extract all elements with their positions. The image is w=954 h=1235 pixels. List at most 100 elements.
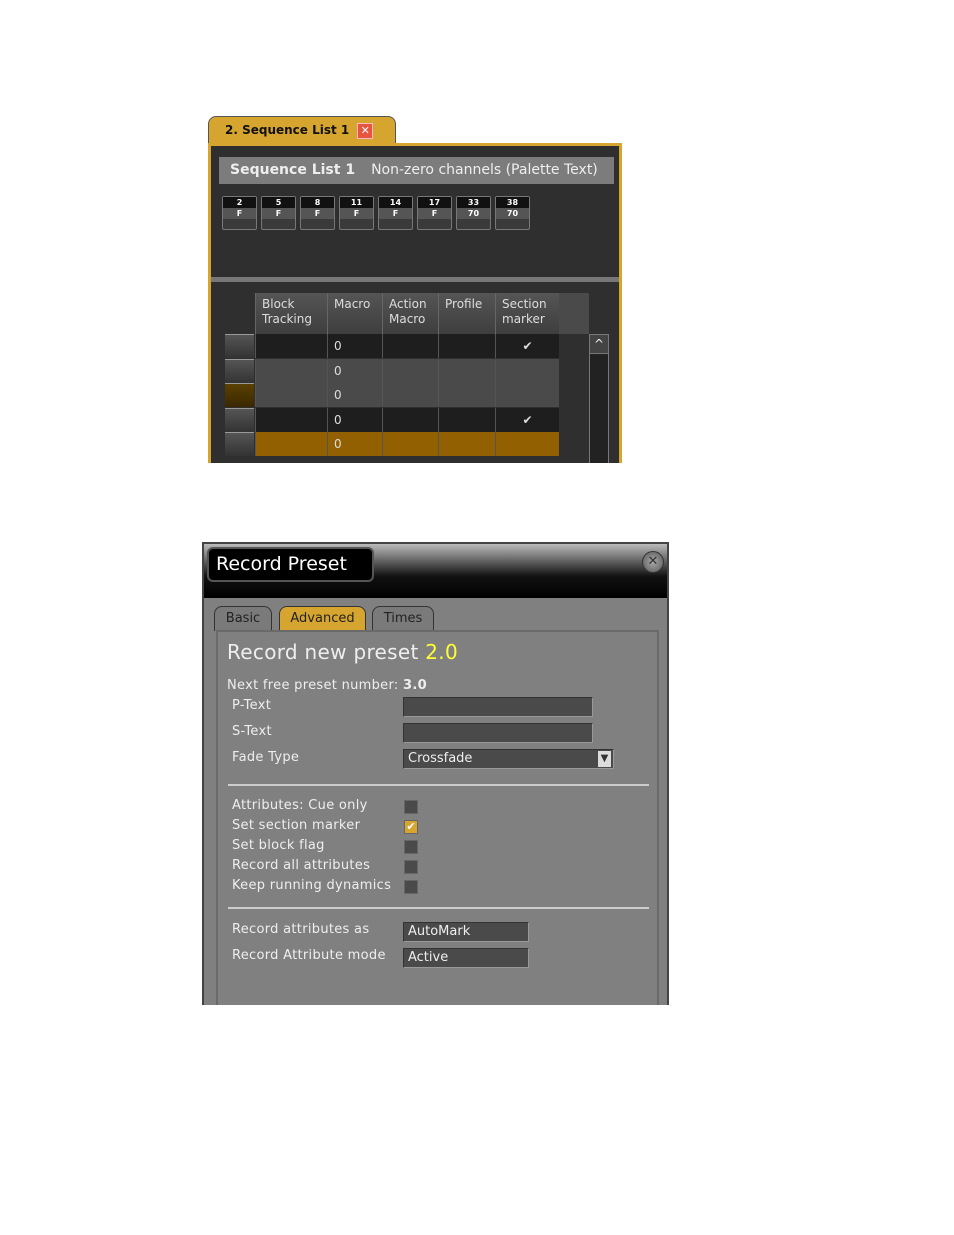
- table-cell[interactable]: [495, 383, 559, 407]
- fade-type-select[interactable]: Crossfade ▼: [403, 749, 614, 769]
- window-header: Sequence List 1 Non-zero channels (Palett…: [219, 157, 614, 184]
- fade-type-value: Crossfade: [408, 751, 473, 766]
- option-checkbox[interactable]: ✔: [404, 820, 418, 834]
- table-cell[interactable]: [255, 334, 327, 358]
- table-row[interactable]: 0: [225, 383, 559, 407]
- table-cell[interactable]: [255, 358, 327, 383]
- table-cell[interactable]: ✔: [495, 334, 559, 358]
- column-header[interactable]: Action Macro: [382, 293, 438, 334]
- table-cell[interactable]: 0: [327, 383, 382, 407]
- dialog-title: Record Preset: [207, 547, 374, 582]
- table-cell[interactable]: [382, 334, 438, 358]
- channel-chip[interactable]: 14 F: [378, 196, 413, 230]
- divider: [228, 907, 649, 909]
- p-text-label: P-Text: [232, 698, 272, 713]
- row-handle[interactable]: [225, 358, 254, 383]
- chevron-down-icon[interactable]: ▼: [598, 751, 611, 767]
- table-row[interactable]: 0 ✔: [225, 407, 559, 432]
- fade-type-label: Fade Type: [232, 750, 300, 765]
- channel-chip[interactable]: 33 70: [456, 196, 491, 230]
- advanced-panel: Record new preset 2.0 Next free preset n…: [216, 630, 659, 1005]
- tab-sequence-list-1[interactable]: 2. Sequence List 1 ✕: [208, 116, 396, 144]
- next-free-text: Next free preset number:: [227, 678, 399, 693]
- table-cell[interactable]: [382, 407, 438, 432]
- channel-number: 11: [340, 197, 373, 208]
- table-cell[interactable]: [495, 432, 559, 456]
- channel-chip[interactable]: 11 F: [339, 196, 374, 230]
- channel-number: 17: [418, 197, 451, 208]
- option-checkbox[interactable]: [404, 880, 418, 894]
- channel-value: 70: [457, 208, 490, 219]
- close-icon[interactable]: ✕: [357, 123, 374, 139]
- s-text-input[interactable]: [403, 723, 593, 743]
- window-title: Sequence List 1: [230, 162, 356, 178]
- table-cell[interactable]: 0: [327, 407, 382, 432]
- channel-chip[interactable]: 38 70: [495, 196, 530, 230]
- table-row[interactable]: 0: [225, 358, 559, 383]
- scroll-up-button[interactable]: ^: [590, 335, 608, 354]
- table-cell[interactable]: [438, 334, 495, 358]
- row-handle[interactable]: [225, 334, 254, 358]
- table-row[interactable]: 0 ✔: [225, 334, 559, 358]
- option-checkbox[interactable]: [404, 860, 418, 874]
- table-cell[interactable]: [495, 358, 559, 383]
- tab-label: 2. Sequence List 1: [225, 123, 350, 137]
- column-header[interactable]: Macro: [327, 293, 382, 334]
- table-cell[interactable]: [438, 383, 495, 407]
- scrollbar[interactable]: ^: [589, 334, 609, 463]
- option-checkbox[interactable]: [404, 840, 418, 854]
- channel-chip[interactable]: 8F: [300, 196, 335, 230]
- record-mode-label: Record Attribute mode: [232, 948, 386, 963]
- table-cell[interactable]: [382, 432, 438, 456]
- table-cell[interactable]: [438, 432, 495, 456]
- channel-chip[interactable]: 17 F: [417, 196, 452, 230]
- row-handle[interactable]: [225, 432, 254, 456]
- column-header[interactable]: Profile: [438, 293, 495, 334]
- channel-number: 5: [262, 197, 295, 208]
- table-header: Block Tracking Macro Action Macro Profile Se…: [255, 293, 589, 334]
- column-header[interactable]: Section marker: [495, 293, 559, 334]
- table-cell[interactable]: 0: [327, 334, 382, 358]
- table-cell[interactable]: [438, 407, 495, 432]
- table-cell[interactable]: [255, 407, 327, 432]
- row-handle[interactable]: [225, 383, 254, 407]
- channel-value: F: [301, 208, 334, 219]
- table-cell[interactable]: 0: [327, 432, 382, 456]
- table-row[interactable]: 0: [225, 432, 559, 456]
- tab-basic[interactable]: Basic: [214, 606, 272, 631]
- option-checkbox[interactable]: [404, 800, 418, 814]
- option-label: Attributes: Cue only: [232, 798, 368, 813]
- option-label: Set block flag: [232, 838, 325, 853]
- record-preset-dialog: Record Preset ✕ Basic Advanced Times Rec…: [202, 542, 669, 1005]
- record-as-label: Record attributes as: [232, 922, 370, 937]
- channel-number: 8: [301, 197, 334, 208]
- heading: Record new preset 2.0: [227, 640, 458, 664]
- table-cell[interactable]: [255, 432, 327, 456]
- p-text-input[interactable]: [403, 697, 593, 717]
- column-header[interactable]: Block Tracking: [255, 293, 327, 334]
- row-handle[interactable]: [225, 407, 254, 432]
- channel-chip[interactable]: 5F: [261, 196, 296, 230]
- record-mode-field[interactable]: Active: [403, 948, 529, 968]
- option-label: Keep running dynamics: [232, 878, 392, 893]
- channel-value: F: [223, 208, 256, 219]
- table-cell[interactable]: [438, 358, 495, 383]
- divider: [211, 277, 619, 282]
- table-cell[interactable]: [255, 383, 327, 407]
- preset-number: 2.0: [425, 640, 458, 664]
- channel-value: F: [418, 208, 451, 219]
- channel-number: 14: [379, 197, 412, 208]
- table-cell[interactable]: [382, 358, 438, 383]
- channel-number: 2: [223, 197, 256, 208]
- tab-advanced[interactable]: Advanced: [279, 606, 366, 631]
- record-as-field[interactable]: AutoMark: [403, 922, 529, 942]
- table-cell[interactable]: ✔: [495, 407, 559, 432]
- channel-number: 33: [457, 197, 490, 208]
- next-free-value: 3.0: [403, 678, 427, 693]
- close-button[interactable]: ✕: [642, 551, 664, 573]
- channel-chip[interactable]: 2F: [222, 196, 257, 230]
- tab-times[interactable]: Times: [372, 606, 434, 631]
- table-cell[interactable]: 0: [327, 358, 382, 383]
- s-text-label: S-Text: [232, 724, 272, 739]
- table-cell[interactable]: [382, 383, 438, 407]
